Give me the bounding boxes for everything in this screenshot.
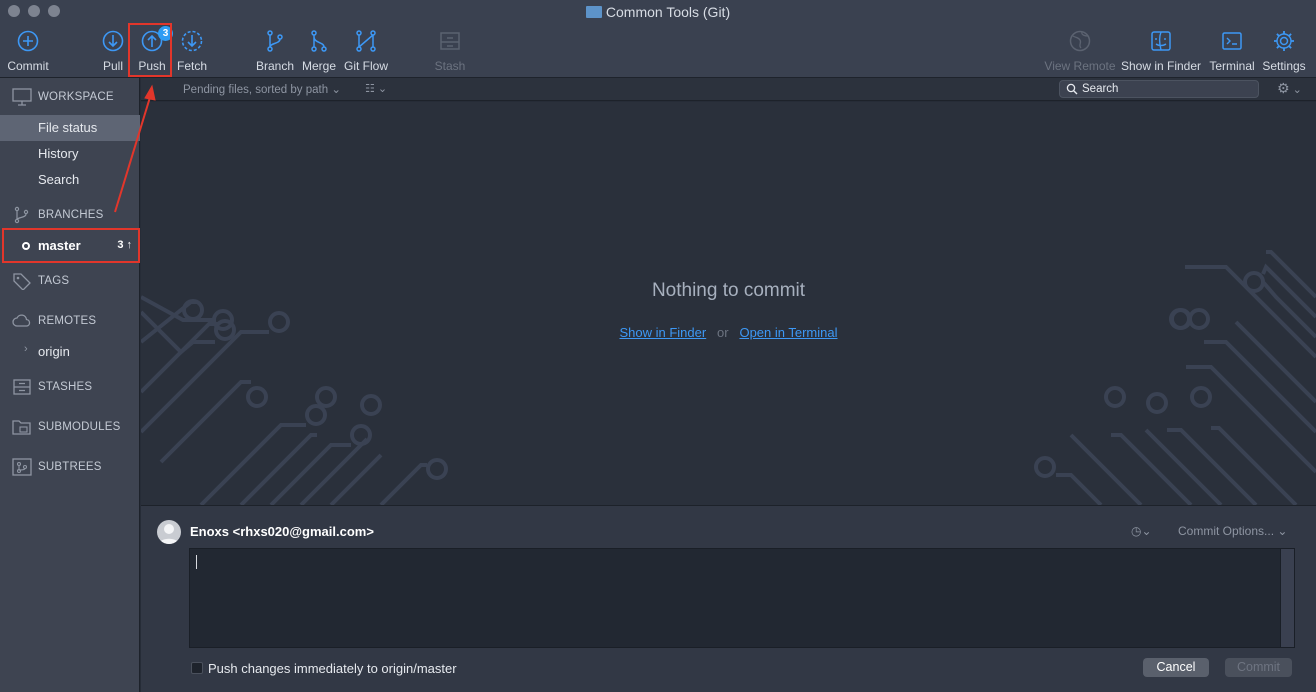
commit-options-dropdown[interactable]: Commit Options... ⌄ [1178,524,1287,538]
sidebar-item-file-status[interactable]: File status [0,115,140,141]
show-in-finder-button[interactable]: Show in Finder [1120,24,1202,78]
tag-icon [13,273,31,290]
push-highlight-box [128,23,172,77]
sidebar-item-remote-origin[interactable]: › origin [0,339,140,365]
cancel-button[interactable]: Cancel [1143,658,1209,677]
commit-button[interactable]: Commit [4,24,52,78]
file-status-pane: Nothing to commit Show in Finder or Open… [141,102,1316,505]
merge-button[interactable]: Merge [298,24,340,78]
toolbar: Commit Pull 3 Push Fetch Branch Merge Gi… [0,24,1316,78]
sidebar-section-submodules[interactable]: SUBMODULES [0,415,140,441]
text-caret [196,555,197,569]
sidebar-section-workspace[interactable]: WORKSPACE [0,85,140,111]
clock-icon: ◷ [1131,524,1142,538]
commit-author: Enoxs <rhxs020@gmail.com> [190,524,374,539]
search-input[interactable] [1082,82,1252,96]
sidebar-section-tags[interactable]: TAGS [0,269,140,295]
pull-button[interactable]: Pull [94,24,132,78]
stash-icon [440,32,460,50]
merge-icon [311,30,327,52]
empty-state-links: Show in Finder or Open in Terminal [619,325,838,340]
settings-button[interactable]: Settings [1260,24,1308,78]
commit-icon [17,30,39,52]
window-title: Common Tools (Git) [0,4,1316,20]
search-field[interactable] [1059,80,1259,98]
circuit-background-graphic [141,250,1316,505]
list-view-icon: ☷ [365,83,375,95]
monitor-icon [12,88,32,106]
filter-bar: Pending files, sorted by path ⌄ ☷ ⌄ ⚙ ⌄ [141,78,1316,101]
sidebar: WORKSPACE File status History Search BRA… [0,78,140,692]
sidebar-section-remotes[interactable]: REMOTES [0,309,140,335]
sort-dropdown[interactable]: Pending files, sorted by path ⌄ [183,82,341,96]
view-mode-dropdown[interactable]: ☷ ⌄ [365,82,387,95]
push-immediately-label[interactable]: Push changes immediately to origin/maste… [208,661,457,676]
sidebar-item-history[interactable]: History [0,141,140,167]
chevron-down-icon: ⌄ [1141,524,1152,538]
commit-panel: Enoxs <rhxs020@gmail.com> ◷⌄ Commit Opti… [141,505,1316,692]
sidebar-section-branches[interactable]: BRANCHES [0,203,140,229]
gear-icon [1274,31,1294,51]
empty-state-message: Nothing to commit [651,280,806,301]
commit-message-scrollbar[interactable] [1280,549,1294,647]
folder-icon [585,6,602,18]
terminal-button[interactable]: Terminal [1206,24,1258,78]
avatar [157,520,181,544]
finder-icon [1151,31,1171,51]
open-in-terminal-link[interactable]: Open in Terminal [739,325,837,340]
sidebar-section-subtrees[interactable]: SUBTREES [0,455,140,481]
branch-icon [267,30,283,52]
stash-button[interactable]: Stash [430,24,470,78]
chevron-down-icon: ⌄ [328,84,341,96]
show-in-finder-link[interactable]: Show in Finder [619,325,706,340]
master-branch-highlight-box [2,228,140,263]
git-flow-icon [356,30,376,52]
push-immediately-checkbox[interactable] [191,662,203,674]
commit-button-disabled[interactable]: Commit [1225,658,1292,677]
gear-icon: ⚙ [1277,80,1290,96]
globe-icon [1069,30,1091,52]
subtree-icon [12,458,32,476]
commit-history-dropdown[interactable]: ◷⌄ [1131,524,1152,538]
chevron-right-icon[interactable]: › [24,343,28,355]
git-flow-button[interactable]: Git Flow [342,24,390,78]
cloud-icon [12,314,31,327]
pull-icon [102,30,124,52]
sidebar-section-stashes[interactable]: STASHES [0,375,140,401]
title-bar: Common Tools (Git) [0,0,1316,24]
terminal-icon [1222,32,1242,50]
chevron-down-icon: ⌄ [1274,524,1288,538]
chevron-down-icon: ⌄ [1289,84,1302,96]
branch-button[interactable]: Branch [254,24,296,78]
commit-message-input[interactable] [189,548,1295,648]
search-icon [1066,83,1078,95]
settings-dropdown[interactable]: ⚙ ⌄ [1277,80,1309,98]
person-icon [159,524,179,544]
sidebar-item-search[interactable]: Search [0,167,140,193]
fetch-icon [181,30,203,52]
view-remote-button[interactable]: View Remote [1044,24,1116,78]
chevron-down-icon: ⌄ [374,83,388,95]
stash-icon [13,379,31,395]
app-window: Common Tools (Git) Commit Pull 3 Push Fe… [0,0,1316,692]
fetch-button[interactable]: Fetch [172,24,212,78]
submodule-icon [12,420,31,435]
branch-icon [14,206,29,224]
